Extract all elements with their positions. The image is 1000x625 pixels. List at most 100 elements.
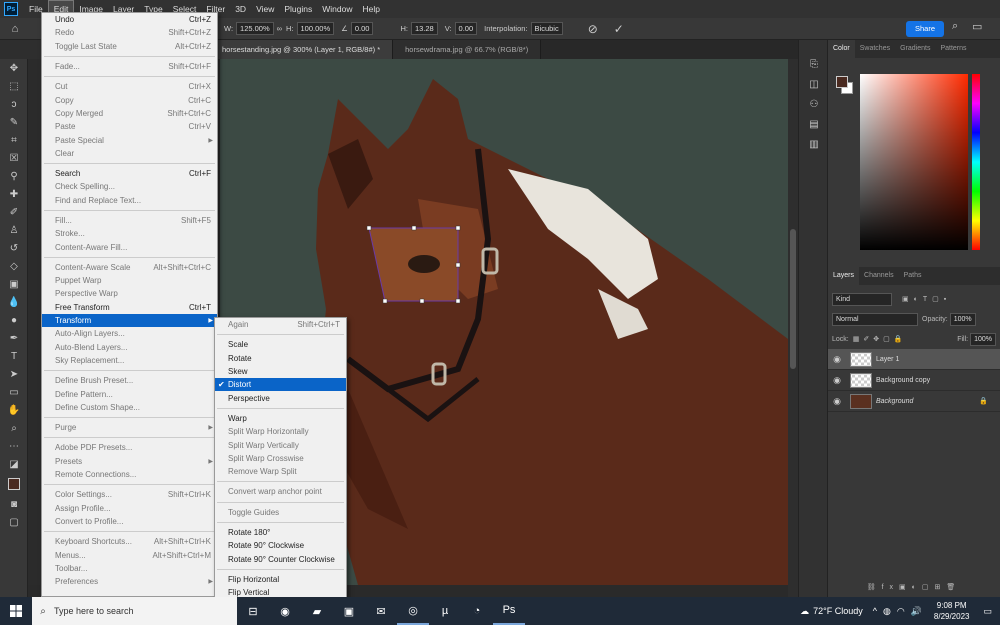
frame-tool-icon[interactable]: ☒ [0,149,28,167]
wifi-icon[interactable]: ◠ [897,606,905,617]
gradient-tool-icon[interactable]: ▣ [0,275,28,293]
fill-field[interactable]: 100% [970,332,996,346]
hue-slider[interactable] [972,74,980,250]
zoom-tool-icon[interactable]: ⌕ [0,419,28,437]
store-icon[interactable]: ▣ [333,597,365,625]
transform-menu-item-warp[interactable]: Warp [215,412,346,425]
scrollbar-thumb[interactable] [790,229,796,369]
edit-menu-item-toolbar[interactable]: Toolbar... [42,562,217,575]
paragraph-panel-icon[interactable]: ▥ [799,134,829,154]
edit-menu-item-check-spelling[interactable]: Check Spelling... [42,180,217,193]
menu-window[interactable]: Window [317,0,357,18]
quick-mask-icon[interactable]: ◙ [0,495,28,513]
edit-menu-item-fill[interactable]: Fill... Shift+F5 [42,214,217,227]
edit-menu-item-define-brush-preset[interactable]: Define Brush Preset... [42,374,217,387]
transform-menu-item-perspective[interactable]: Perspective [215,391,346,404]
tab-paths[interactable]: Paths [899,267,927,285]
edit-menu-item-paste-special[interactable]: Paste Special ▶ [42,133,217,146]
tab-horsestanding[interactable]: horsestanding.jpg @ 300% (Layer 1, RGB/8… [210,40,394,59]
layer-name[interactable]: Background [876,398,913,405]
saturation-field[interactable] [860,74,968,250]
tab-layers[interactable]: Layers [828,267,860,285]
healing-tool-icon[interactable]: ✚ [0,185,28,203]
character-panel-icon[interactable]: ▤ [799,114,829,134]
transform-menu-item-again[interactable]: Again Shift+Ctrl+T [215,318,346,331]
transform-menu-item-rotate[interactable]: Rotate [215,352,346,365]
edit-menu-item-find-and-replace-text[interactable]: Find and Replace Text... [42,194,217,207]
edit-menu-item-auto-align-layers[interactable]: Auto-Align Layers... [42,327,217,340]
color-picker[interactable] [834,74,996,254]
brush-tool-icon[interactable]: ✐ [0,203,28,221]
filter-icons[interactable]: ▣◐T▢▪ [902,295,951,303]
tab-channels[interactable]: Channels [859,267,899,285]
edit-menu-item-stroke[interactable]: Stroke... [42,227,217,240]
edit-menu-item-copy[interactable]: Copy Ctrl+C [42,93,217,106]
utorrent-icon[interactable]: µ [429,597,461,625]
lasso-tool-icon[interactable]: ↄ [0,95,28,113]
menu-help[interactable]: Help [357,0,384,18]
weather-text[interactable]: 72°F Cloudy [813,606,863,616]
transform-menu-item-remove-warp-split[interactable]: Remove Warp Split [215,465,346,478]
mail-icon[interactable]: ✉ [365,597,397,625]
edit-menu-item-redo[interactable]: Redo Shift+Ctrl+Z [42,26,217,39]
marquee-tool-icon[interactable]: ⬚ [0,77,28,95]
pen-tool-icon[interactable]: ✒ [0,329,28,347]
menu-plugins[interactable]: Plugins [279,0,317,18]
photoshop-taskbar-icon[interactable]: Ps [493,597,525,625]
edit-menu-item-undo[interactable]: Undo Ctrl+Z [42,13,217,26]
transform-menu-item-rotate-180[interactable]: Rotate 180° [215,526,346,539]
blur-tool-icon[interactable]: 💧 [0,293,28,311]
width-field[interactable]: 125.00% [236,22,274,35]
visibility-eye-icon[interactable]: ◉ [828,375,846,386]
transform-menu-item-convert-warp-anchor-point[interactable]: Convert warp anchor point [215,485,346,498]
quick-select-tool-icon[interactable]: ✎ [0,113,28,131]
chevron-up-icon[interactable]: ^ [873,606,877,616]
edit-menu-item-copy-merged[interactable]: Copy Merged Shift+Ctrl+C [42,107,217,120]
search-icon[interactable]: ⌕ [952,20,958,33]
transform-menu-item-flip-horizontal[interactable]: Flip Horizontal [215,573,346,586]
adjustments-panel-icon[interactable]: ⚇ [799,94,829,114]
transform-menu-item-split-warp-horizontally[interactable]: Split Warp Horizontally [215,425,346,438]
edit-menu-item-sky-replacement[interactable]: Sky Replacement... [42,354,217,367]
tab-patterns[interactable]: Patterns [935,40,971,58]
edit-menu-item-remote-connections[interactable]: Remote Connections... [42,468,217,481]
layer-name[interactable]: Background copy [876,377,930,384]
layer-row[interactable]: ◉ Background 🔒 [828,391,1000,412]
layer-actions[interactable]: ⛓fx▣◐▢⊞🗑 [828,577,1000,597]
workspace-icon[interactable]: ▭ [972,20,982,33]
edit-menu-item-convert-to-profile[interactable]: Convert to Profile... [42,515,217,528]
task-view-icon[interactable]: ⊟ [237,597,269,625]
interpolation-select[interactable]: Bicubic [530,22,563,35]
height-field[interactable]: 100.00% [296,22,335,35]
transform-menu-item-toggle-guides[interactable]: Toggle Guides [215,506,346,519]
hskew-field[interactable]: 13.28 [410,22,438,35]
screen-mode-icon[interactable]: ▢ [0,513,28,531]
edit-menu-item-content-aware-fill[interactable]: Content-Aware Fill... [42,240,217,253]
visibility-eye-icon[interactable]: ◉ [828,354,846,365]
layer-kind-filter[interactable]: Kind [832,292,892,306]
edit-menu-item-search[interactable]: Search Ctrl+F [42,167,217,180]
tab-swatches[interactable]: Swatches [855,40,895,58]
start-button[interactable] [0,597,32,625]
edit-menu-item-auto-blend-layers[interactable]: Auto-Blend Layers... [42,341,217,354]
network-icon[interactable]: ◍ [883,606,891,617]
home-icon[interactable]: ⌂ [0,23,30,35]
edit-menu-item-toggle-last-state[interactable]: Toggle Last State Alt+Ctrl+Z [42,40,217,53]
tab-color[interactable]: Color [828,40,855,58]
edit-menu-item-paste[interactable]: Paste Ctrl+V [42,120,217,133]
menu-3d[interactable]: 3D [230,0,251,18]
hand-tool-icon[interactable]: ✋ [0,401,28,419]
path-select-tool-icon[interactable]: ➤ [0,365,28,383]
edit-menu-item-preferences[interactable]: Preferences ▶ [42,575,217,588]
transform-menu-item-rotate-90-counter-clockwise[interactable]: Rotate 90° Counter Clockwise [215,552,346,565]
stamp-tool-icon[interactable]: ♙ [0,221,28,239]
edit-menu-item-perspective-warp[interactable]: Perspective Warp [42,287,217,300]
edit-menu-item-free-transform[interactable]: Free Transform Ctrl+T [42,301,217,314]
edit-menu-item-assign-profile[interactable]: Assign Profile... [42,502,217,515]
visibility-eye-icon[interactable]: ◉ [828,396,846,407]
dodge-tool-icon[interactable]: ● [0,311,28,329]
transform-menu-item-split-warp-vertically[interactable]: Split Warp Vertically [215,438,346,451]
cancel-transform-icon[interactable]: ⊘ [588,22,598,36]
transform-menu-item-split-warp-crosswise[interactable]: Split Warp Crosswise [215,452,346,465]
share-button[interactable]: Share [906,21,944,37]
